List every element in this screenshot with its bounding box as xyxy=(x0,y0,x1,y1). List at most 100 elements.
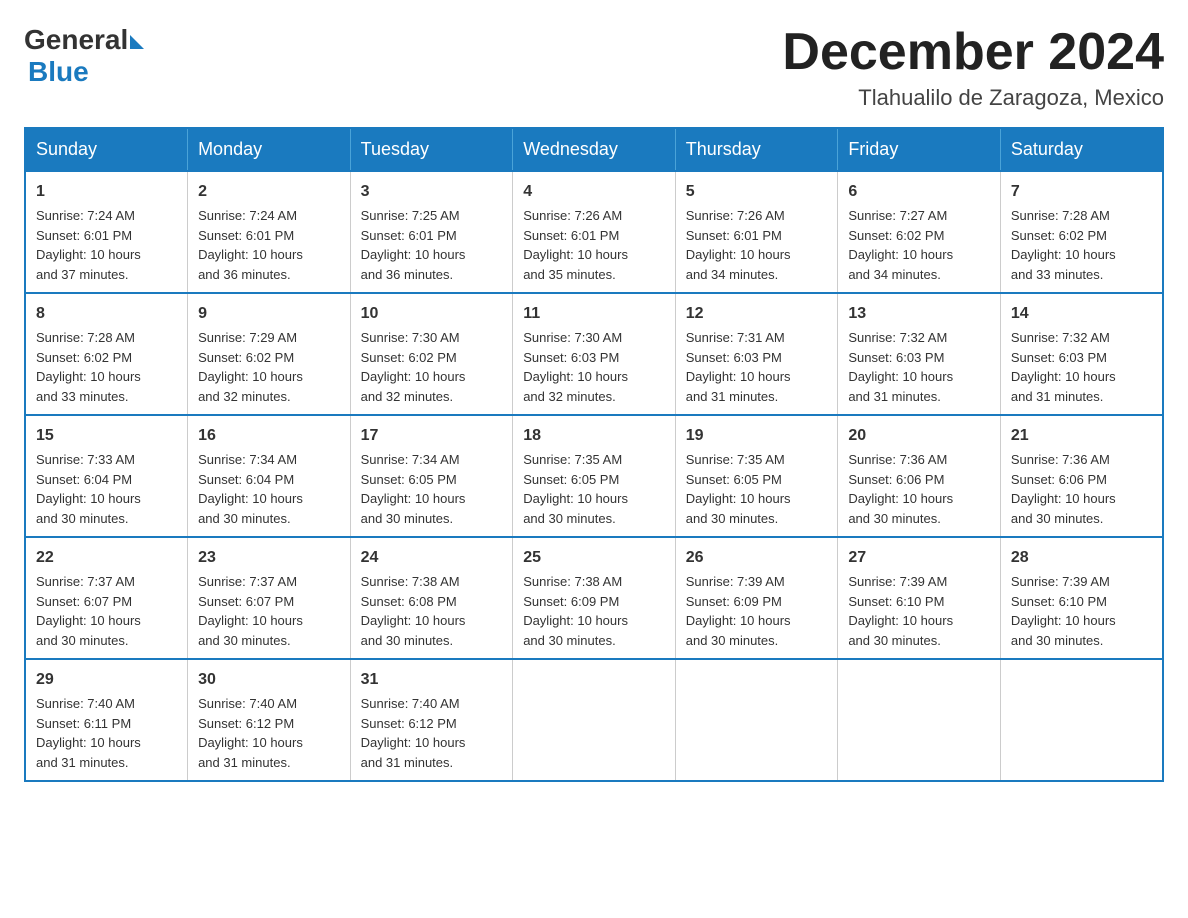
day-info: Sunrise: 7:33 AM Sunset: 6:04 PM Dayligh… xyxy=(36,450,177,528)
week-row-1: 1Sunrise: 7:24 AM Sunset: 6:01 PM Daylig… xyxy=(25,171,1163,293)
day-number: 30 xyxy=(198,668,340,692)
day-cell xyxy=(1000,659,1163,781)
day-number: 18 xyxy=(523,424,665,448)
day-number: 12 xyxy=(686,302,828,326)
day-number: 7 xyxy=(1011,180,1152,204)
day-info: Sunrise: 7:36 AM Sunset: 6:06 PM Dayligh… xyxy=(848,450,990,528)
week-row-3: 15Sunrise: 7:33 AM Sunset: 6:04 PM Dayli… xyxy=(25,415,1163,537)
logo-arrow-icon xyxy=(130,35,144,49)
day-number: 20 xyxy=(848,424,990,448)
day-cell: 12Sunrise: 7:31 AM Sunset: 6:03 PM Dayli… xyxy=(675,293,838,415)
day-info: Sunrise: 7:28 AM Sunset: 6:02 PM Dayligh… xyxy=(36,328,177,406)
page-header: General Blue December 2024 Tlahualilo de… xyxy=(24,24,1164,111)
header-saturday: Saturday xyxy=(1000,128,1163,171)
logo-general: General xyxy=(24,24,128,56)
day-info: Sunrise: 7:28 AM Sunset: 6:02 PM Dayligh… xyxy=(1011,206,1152,284)
calendar-subtitle: Tlahualilo de Zaragoza, Mexico xyxy=(782,85,1164,111)
day-cell: 31Sunrise: 7:40 AM Sunset: 6:12 PM Dayli… xyxy=(350,659,513,781)
day-cell: 6Sunrise: 7:27 AM Sunset: 6:02 PM Daylig… xyxy=(838,171,1001,293)
header-monday: Monday xyxy=(188,128,351,171)
calendar-title: December 2024 xyxy=(782,24,1164,81)
logo-blue: Blue xyxy=(28,56,144,88)
day-cell: 5Sunrise: 7:26 AM Sunset: 6:01 PM Daylig… xyxy=(675,171,838,293)
day-cell: 11Sunrise: 7:30 AM Sunset: 6:03 PM Dayli… xyxy=(513,293,676,415)
day-cell: 19Sunrise: 7:35 AM Sunset: 6:05 PM Dayli… xyxy=(675,415,838,537)
day-number: 22 xyxy=(36,546,177,570)
day-cell: 23Sunrise: 7:37 AM Sunset: 6:07 PM Dayli… xyxy=(188,537,351,659)
day-cell: 10Sunrise: 7:30 AM Sunset: 6:02 PM Dayli… xyxy=(350,293,513,415)
day-info: Sunrise: 7:32 AM Sunset: 6:03 PM Dayligh… xyxy=(1011,328,1152,406)
day-info: Sunrise: 7:35 AM Sunset: 6:05 PM Dayligh… xyxy=(523,450,665,528)
day-info: Sunrise: 7:37 AM Sunset: 6:07 PM Dayligh… xyxy=(36,572,177,650)
day-cell: 3Sunrise: 7:25 AM Sunset: 6:01 PM Daylig… xyxy=(350,171,513,293)
day-info: Sunrise: 7:38 AM Sunset: 6:09 PM Dayligh… xyxy=(523,572,665,650)
day-info: Sunrise: 7:34 AM Sunset: 6:05 PM Dayligh… xyxy=(361,450,503,528)
day-number: 24 xyxy=(361,546,503,570)
day-info: Sunrise: 7:30 AM Sunset: 6:03 PM Dayligh… xyxy=(523,328,665,406)
day-cell: 13Sunrise: 7:32 AM Sunset: 6:03 PM Dayli… xyxy=(838,293,1001,415)
day-cell: 1Sunrise: 7:24 AM Sunset: 6:01 PM Daylig… xyxy=(25,171,188,293)
day-cell: 15Sunrise: 7:33 AM Sunset: 6:04 PM Dayli… xyxy=(25,415,188,537)
day-info: Sunrise: 7:38 AM Sunset: 6:08 PM Dayligh… xyxy=(361,572,503,650)
day-info: Sunrise: 7:26 AM Sunset: 6:01 PM Dayligh… xyxy=(523,206,665,284)
day-number: 10 xyxy=(361,302,503,326)
day-number: 21 xyxy=(1011,424,1152,448)
header-wednesday: Wednesday xyxy=(513,128,676,171)
day-info: Sunrise: 7:31 AM Sunset: 6:03 PM Dayligh… xyxy=(686,328,828,406)
day-number: 27 xyxy=(848,546,990,570)
day-number: 14 xyxy=(1011,302,1152,326)
day-info: Sunrise: 7:30 AM Sunset: 6:02 PM Dayligh… xyxy=(361,328,503,406)
day-cell: 21Sunrise: 7:36 AM Sunset: 6:06 PM Dayli… xyxy=(1000,415,1163,537)
day-cell: 16Sunrise: 7:34 AM Sunset: 6:04 PM Dayli… xyxy=(188,415,351,537)
day-info: Sunrise: 7:39 AM Sunset: 6:10 PM Dayligh… xyxy=(1011,572,1152,650)
day-number: 1 xyxy=(36,180,177,204)
day-cell: 29Sunrise: 7:40 AM Sunset: 6:11 PM Dayli… xyxy=(25,659,188,781)
header-sunday: Sunday xyxy=(25,128,188,171)
day-number: 19 xyxy=(686,424,828,448)
day-cell: 7Sunrise: 7:28 AM Sunset: 6:02 PM Daylig… xyxy=(1000,171,1163,293)
day-number: 23 xyxy=(198,546,340,570)
day-info: Sunrise: 7:29 AM Sunset: 6:02 PM Dayligh… xyxy=(198,328,340,406)
day-number: 8 xyxy=(36,302,177,326)
day-info: Sunrise: 7:24 AM Sunset: 6:01 PM Dayligh… xyxy=(36,206,177,284)
day-info: Sunrise: 7:37 AM Sunset: 6:07 PM Dayligh… xyxy=(198,572,340,650)
day-cell: 17Sunrise: 7:34 AM Sunset: 6:05 PM Dayli… xyxy=(350,415,513,537)
calendar-table: SundayMondayTuesdayWednesdayThursdayFrid… xyxy=(24,127,1164,782)
day-cell xyxy=(675,659,838,781)
day-cell: 4Sunrise: 7:26 AM Sunset: 6:01 PM Daylig… xyxy=(513,171,676,293)
header-thursday: Thursday xyxy=(675,128,838,171)
day-cell: 27Sunrise: 7:39 AM Sunset: 6:10 PM Dayli… xyxy=(838,537,1001,659)
day-info: Sunrise: 7:40 AM Sunset: 6:12 PM Dayligh… xyxy=(361,694,503,772)
logo: General Blue xyxy=(24,24,144,88)
day-number: 13 xyxy=(848,302,990,326)
day-cell: 26Sunrise: 7:39 AM Sunset: 6:09 PM Dayli… xyxy=(675,537,838,659)
day-info: Sunrise: 7:34 AM Sunset: 6:04 PM Dayligh… xyxy=(198,450,340,528)
week-row-2: 8Sunrise: 7:28 AM Sunset: 6:02 PM Daylig… xyxy=(25,293,1163,415)
day-number: 28 xyxy=(1011,546,1152,570)
day-number: 2 xyxy=(198,180,340,204)
day-info: Sunrise: 7:39 AM Sunset: 6:09 PM Dayligh… xyxy=(686,572,828,650)
header-tuesday: Tuesday xyxy=(350,128,513,171)
day-cell: 20Sunrise: 7:36 AM Sunset: 6:06 PM Dayli… xyxy=(838,415,1001,537)
calendar-header: SundayMondayTuesdayWednesdayThursdayFrid… xyxy=(25,128,1163,171)
day-cell: 9Sunrise: 7:29 AM Sunset: 6:02 PM Daylig… xyxy=(188,293,351,415)
day-info: Sunrise: 7:35 AM Sunset: 6:05 PM Dayligh… xyxy=(686,450,828,528)
day-number: 9 xyxy=(198,302,340,326)
week-row-5: 29Sunrise: 7:40 AM Sunset: 6:11 PM Dayli… xyxy=(25,659,1163,781)
day-info: Sunrise: 7:39 AM Sunset: 6:10 PM Dayligh… xyxy=(848,572,990,650)
day-info: Sunrise: 7:32 AM Sunset: 6:03 PM Dayligh… xyxy=(848,328,990,406)
week-row-4: 22Sunrise: 7:37 AM Sunset: 6:07 PM Dayli… xyxy=(25,537,1163,659)
day-info: Sunrise: 7:40 AM Sunset: 6:11 PM Dayligh… xyxy=(36,694,177,772)
day-info: Sunrise: 7:40 AM Sunset: 6:12 PM Dayligh… xyxy=(198,694,340,772)
day-number: 25 xyxy=(523,546,665,570)
day-cell: 14Sunrise: 7:32 AM Sunset: 6:03 PM Dayli… xyxy=(1000,293,1163,415)
day-info: Sunrise: 7:25 AM Sunset: 6:01 PM Dayligh… xyxy=(361,206,503,284)
day-cell: 8Sunrise: 7:28 AM Sunset: 6:02 PM Daylig… xyxy=(25,293,188,415)
day-number: 6 xyxy=(848,180,990,204)
day-number: 15 xyxy=(36,424,177,448)
day-number: 5 xyxy=(686,180,828,204)
day-cell xyxy=(513,659,676,781)
day-cell: 18Sunrise: 7:35 AM Sunset: 6:05 PM Dayli… xyxy=(513,415,676,537)
header-friday: Friday xyxy=(838,128,1001,171)
day-cell: 22Sunrise: 7:37 AM Sunset: 6:07 PM Dayli… xyxy=(25,537,188,659)
